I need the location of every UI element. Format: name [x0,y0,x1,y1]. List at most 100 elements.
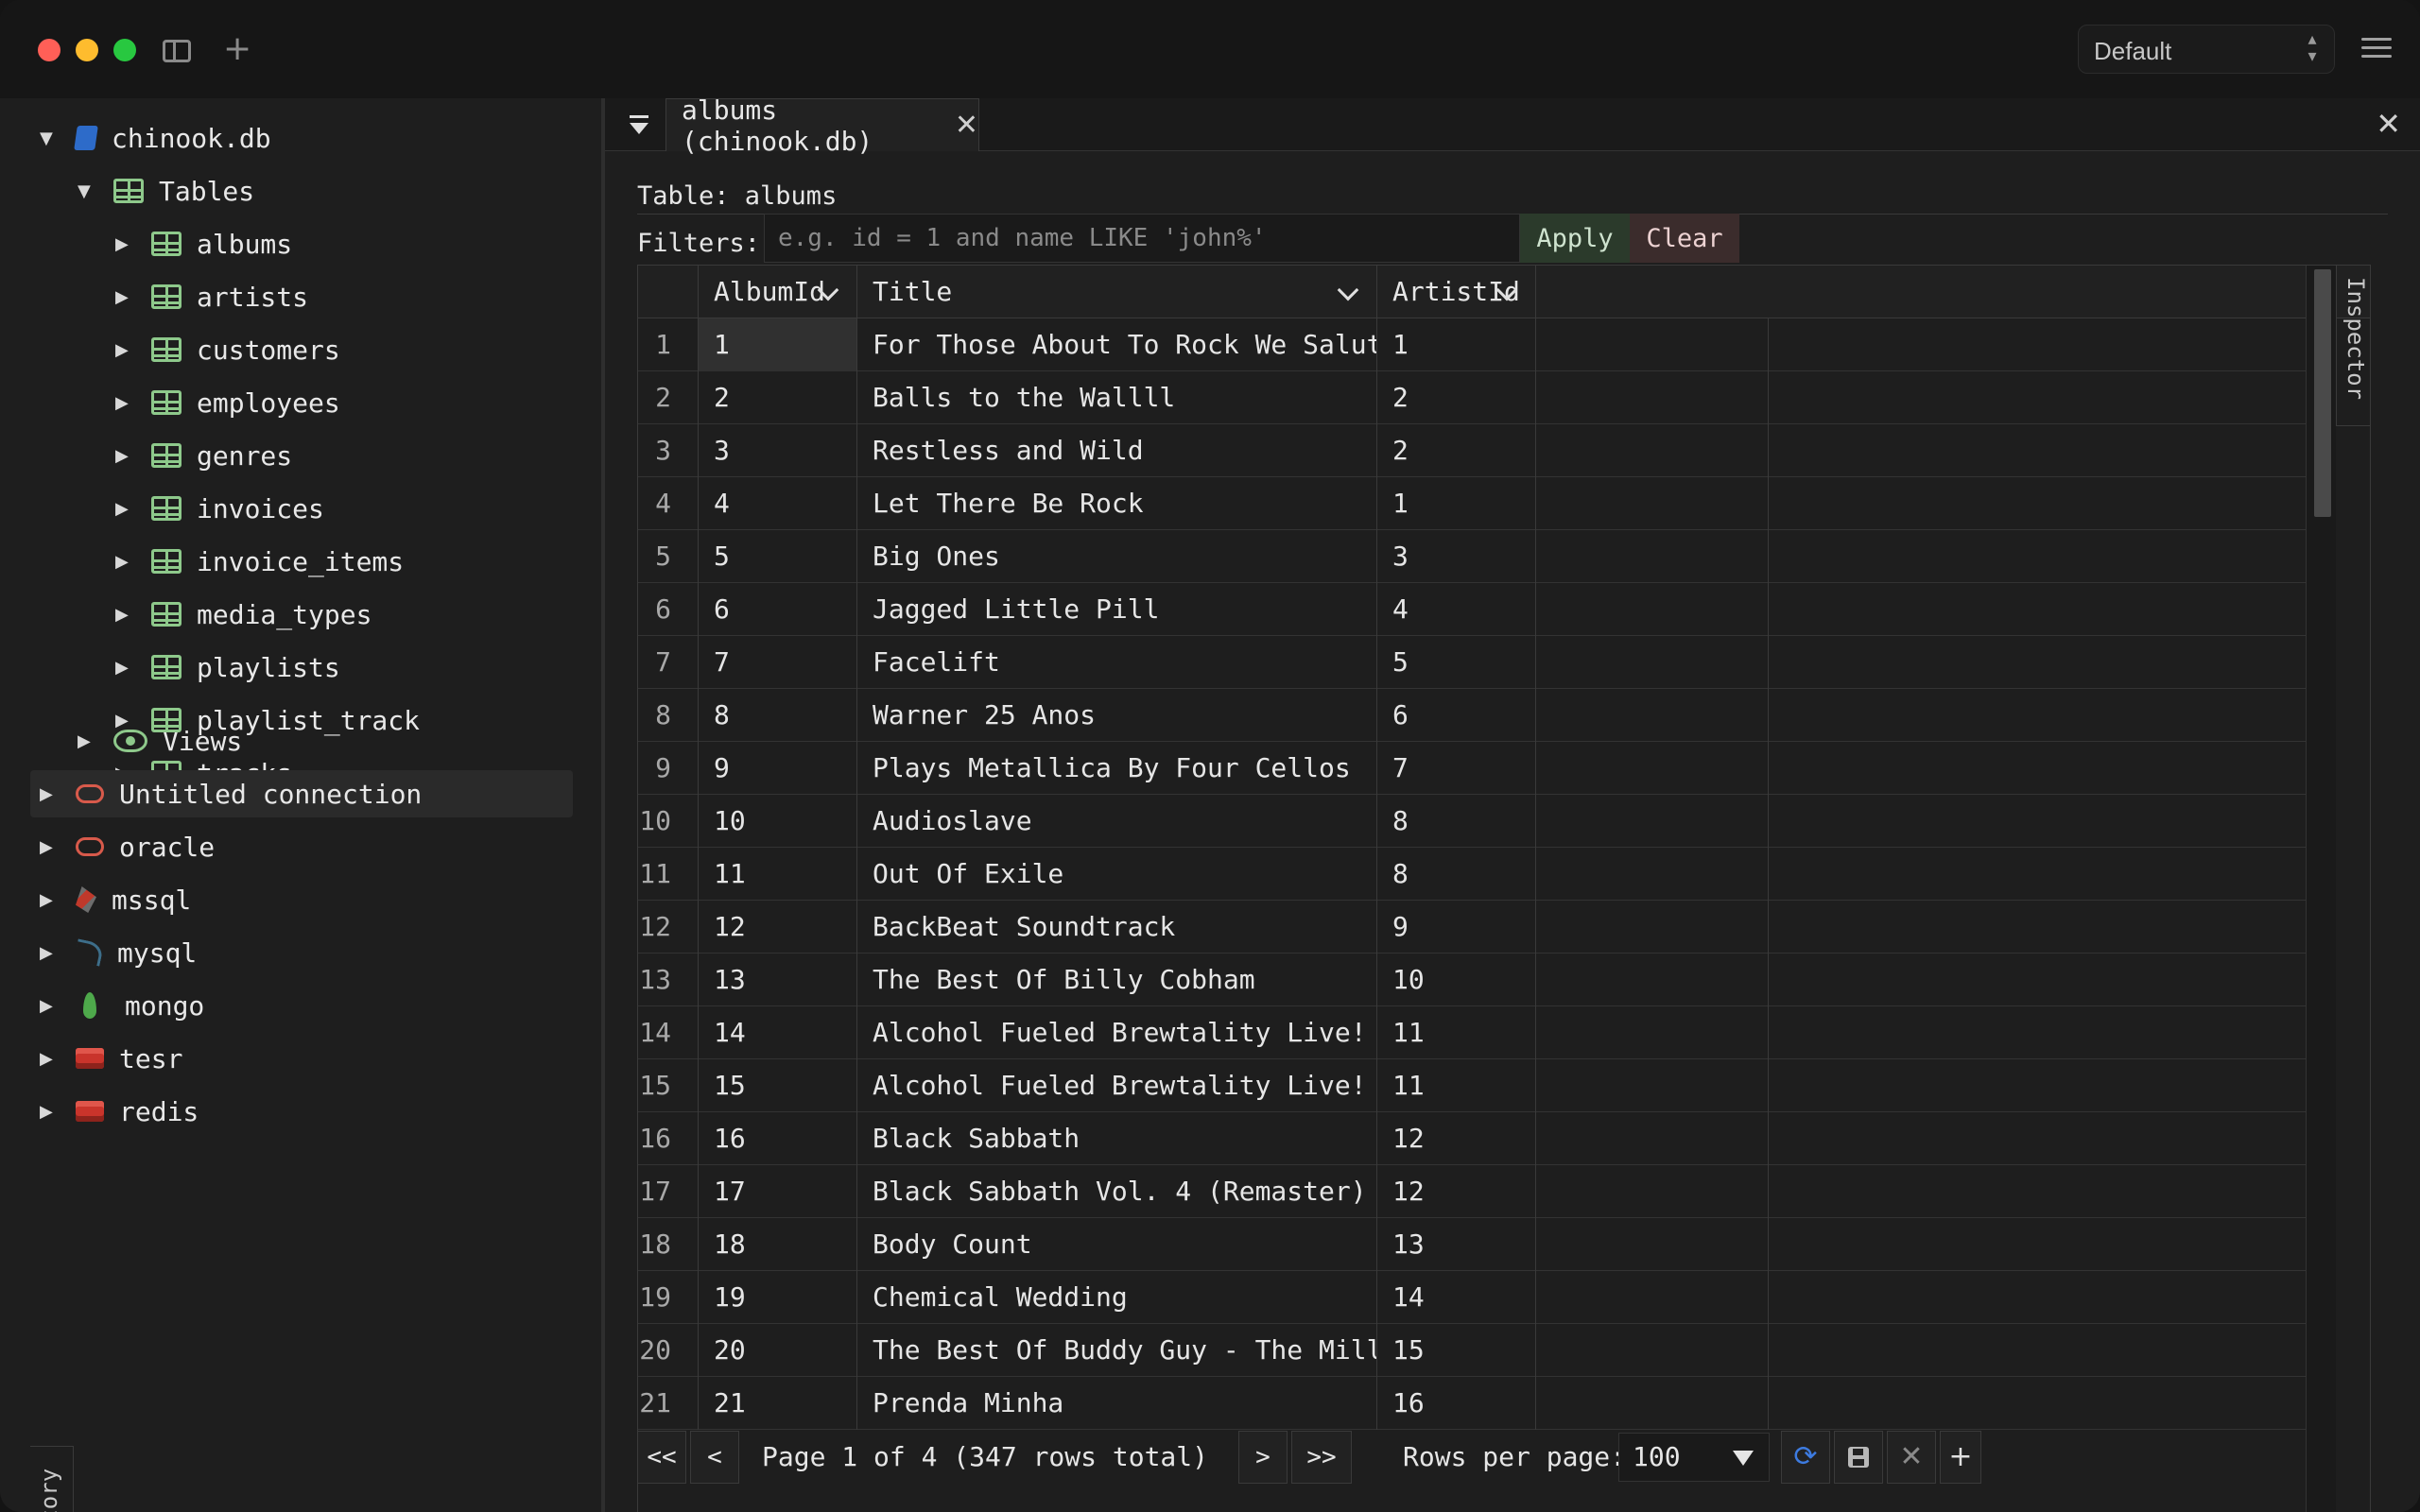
caret-right-icon[interactable]: ▶ [78,731,96,751]
artistid-cell[interactable]: 16 [1377,1377,1536,1430]
table-row[interactable]: 21 21 Prenda Minha 16 [638,1377,2307,1430]
albumid-cell[interactable]: 4 [699,477,857,530]
tree-item-table-invoices[interactable]: ▶ invoices [115,485,324,532]
caret-right-icon[interactable]: ▶ [115,552,134,572]
empty-cell[interactable] [1536,636,1769,689]
column-header-artistid[interactable]: ArtistId [1377,266,1536,318]
albumid-cell[interactable]: 1 [699,318,857,371]
tab-albums[interactable]: albums (chinook.db) ✕ [666,94,979,157]
column-header-title[interactable]: Title [857,266,1377,318]
albumid-cell[interactable]: 12 [699,901,857,954]
empty-cell[interactable] [1536,371,1769,424]
albumid-cell[interactable]: 9 [699,742,857,795]
caret-right-icon[interactable]: ▶ [115,287,134,307]
empty-cell[interactable] [1536,742,1769,795]
title-cell[interactable]: Out Of Exile [857,848,1377,901]
tree-item-table-genres[interactable]: ▶ genres [115,432,292,479]
window-minimize-button[interactable] [76,39,98,61]
empty-cell[interactable] [1536,689,1769,742]
table-row[interactable]: 3 3 Restless and Wild 2 [638,424,2307,477]
caret-right-icon[interactable]: ▶ [115,605,134,625]
clear-filter-button[interactable]: Clear [1630,214,1739,263]
inspector-tab[interactable]: Inspector [2336,266,2370,426]
tree-item-table-playlists[interactable]: ▶ playlists [115,644,340,691]
title-cell[interactable]: Big Ones [857,530,1377,583]
caret-right-icon[interactable]: ▶ [40,837,59,857]
title-cell[interactable]: Prenda Minha [857,1377,1377,1430]
caret-right-icon[interactable]: ▶ [40,996,59,1016]
artistid-cell[interactable]: 6 [1377,689,1536,742]
column-header-albumid[interactable]: AlbumId [699,266,857,318]
albumid-cell[interactable]: 19 [699,1271,857,1324]
tree-item-connection-redis[interactable]: ▶ redis [40,1088,199,1135]
table-row[interactable]: 6 6 Jagged Little Pill 4 [638,583,2307,636]
albumid-cell[interactable]: 11 [699,848,857,901]
empty-cell[interactable] [1536,1059,1769,1112]
save-icon[interactable] [1834,1431,1883,1484]
tree-item-tables[interactable]: ▼ Tables [78,167,254,215]
table-row[interactable]: 9 9 Plays Metallica By Four Cellos 7 [638,742,2307,795]
new-tab-button[interactable]: + [223,28,251,70]
vertical-scrollbar[interactable] [2306,266,2336,1512]
rows-per-page-select[interactable]: 100 [1618,1433,1770,1482]
title-cell[interactable]: The Best Of Billy Cobham [857,954,1377,1006]
apply-filter-button[interactable]: Apply [1520,214,1630,263]
filter-input[interactable] [764,214,1520,263]
albumid-cell[interactable]: 8 [699,689,857,742]
title-cell[interactable]: Warner 25 Anos [857,689,1377,742]
artistid-cell[interactable]: 9 [1377,901,1536,954]
table-row[interactable]: 19 19 Chemical Wedding 14 [638,1271,2307,1324]
title-cell[interactable]: Alcohol Fueled Brewtality Live! [Disc 2] [857,1059,1377,1112]
title-cell[interactable]: Balls to the Wallll [857,371,1377,424]
artistid-cell[interactable]: 12 [1377,1112,1536,1165]
albumid-cell[interactable]: 13 [699,954,857,1006]
tree-item-connection-mysql[interactable]: ▶ mysql [40,929,197,976]
empty-cell[interactable] [1536,477,1769,530]
caret-right-icon[interactable]: ▶ [115,446,134,466]
title-cell[interactable]: Black Sabbath Vol. 4 (Remaster) [857,1165,1377,1218]
table-row[interactable]: 11 11 Out Of Exile 8 [638,848,2307,901]
title-cell[interactable]: Restless and Wild [857,424,1377,477]
albumid-cell[interactable]: 3 [699,424,857,477]
caret-right-icon[interactable]: ▶ [40,784,59,804]
artistid-cell[interactable]: 10 [1377,954,1536,1006]
artistid-cell[interactable]: 2 [1377,424,1536,477]
artistid-cell[interactable]: 15 [1377,1324,1536,1377]
title-cell[interactable]: For Those About To Rock We Salute You [857,318,1377,371]
title-cell[interactable]: Facelift [857,636,1377,689]
empty-cell[interactable] [1536,583,1769,636]
first-page-button[interactable]: << [637,1431,686,1484]
table-row[interactable]: 17 17 Black Sabbath Vol. 4 (Remaster) 12 [638,1165,2307,1218]
title-cell[interactable]: Body Count [857,1218,1377,1271]
albumid-cell[interactable]: 14 [699,1006,857,1059]
caret-right-icon[interactable]: ▶ [115,658,134,678]
empty-cell[interactable] [1536,954,1769,1006]
table-row[interactable]: 1515Alcohol Fueled Brewtality Live! [Dis… [638,1059,2307,1112]
caret-down-icon[interactable]: ▼ [78,181,96,201]
title-cell[interactable]: Black Sabbath [857,1112,1377,1165]
caret-right-icon[interactable]: ▶ [115,711,134,730]
caret-right-icon[interactable]: ▶ [40,1049,59,1069]
albumid-cell[interactable]: 5 [699,530,857,583]
empty-cell[interactable] [1536,901,1769,954]
empty-cell[interactable] [1536,1324,1769,1377]
albumid-cell[interactable]: 15 [699,1059,857,1112]
table-row[interactable]: 13 13 The Best Of Billy Cobham 10 [638,954,2307,1006]
artistid-cell[interactable]: 8 [1377,848,1536,901]
empty-cell[interactable] [1536,1377,1769,1430]
tree-item-table-employees[interactable]: ▶ employees [115,379,340,426]
table-row[interactable]: 12 12 BackBeat Soundtrack 9 [638,901,2307,954]
tree-item-table-artists[interactable]: ▶ artists [115,273,308,320]
title-cell[interactable]: Alcohol Fueled Brewtality Live! [Disc 1] [857,1006,1377,1059]
table-row[interactable]: 2 2 Balls to the Wallll 2 [638,371,2307,424]
albumid-cell[interactable]: 2 [699,371,857,424]
tree-item-connection-untitled-connection[interactable]: ▶ Untitled connection [30,770,573,817]
albumid-cell[interactable]: 17 [699,1165,857,1218]
table-row[interactable]: 10 10 Audioslave 8 [638,795,2307,848]
artistid-cell[interactable]: 2 [1377,371,1536,424]
caret-right-icon[interactable]: ▶ [115,340,134,360]
empty-cell[interactable] [1536,1218,1769,1271]
table-row[interactable]: 1414Alcohol Fueled Brewtality Live! [Dis… [638,1006,2307,1059]
artistid-cell[interactable]: 8 [1377,795,1536,848]
tabs-dropdown-icon[interactable] [628,112,650,140]
